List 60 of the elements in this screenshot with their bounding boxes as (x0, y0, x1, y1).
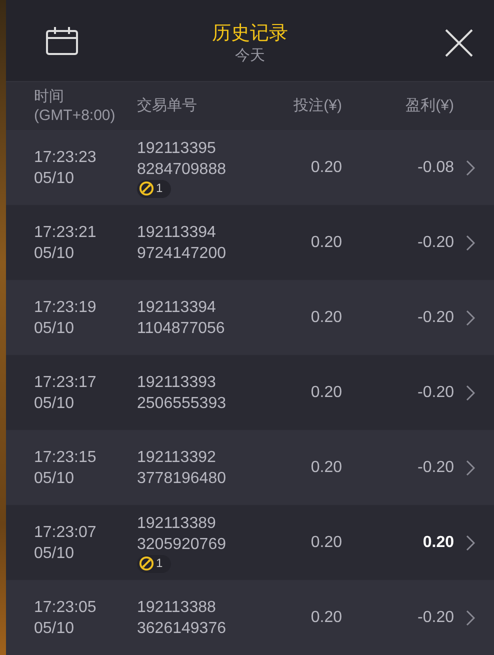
profit-amount: -0.20 (416, 308, 454, 326)
dialog-title: 历史记录 (212, 22, 288, 46)
coin-icon (139, 181, 154, 196)
calendar-icon[interactable] (46, 27, 78, 55)
bet-amount: 0.20 (310, 234, 342, 252)
profit-amount: -0.20 (416, 608, 454, 626)
free-spin-badge: 1 (137, 180, 171, 198)
time-text: 17:23:21 (34, 222, 98, 242)
bet-amount: 0.20 (310, 158, 342, 176)
order-number: 1104877056 (137, 318, 226, 338)
order-number: 192113389 (137, 514, 217, 534)
time-text: 17:23:05 (34, 598, 98, 618)
date-text: 05/10 (34, 468, 76, 488)
order-number: 3205920769 (137, 534, 227, 554)
order-number: 192113395 (137, 138, 217, 158)
date-text: 05/10 (34, 544, 76, 564)
time-text: 17:23:07 (34, 522, 98, 542)
order-number: 192113394 (137, 222, 217, 242)
free-spin-badge: 1 (137, 554, 171, 572)
date-text: 05/10 (34, 618, 76, 638)
order-number: 192113392 (137, 448, 217, 468)
order-number: 192113393 (137, 372, 217, 392)
date-text: 05/10 (34, 168, 76, 188)
order-number: 192113394 (137, 298, 217, 318)
column-header: 交易单号 (137, 96, 198, 116)
column-header: 盈利(¥) (404, 96, 454, 116)
time-text: 17:23:19 (34, 298, 98, 318)
time-text: 17:23:17 (34, 372, 98, 392)
bet-amount: 0.20 (310, 608, 342, 626)
bet-amount: 0.20 (310, 308, 342, 326)
column-header: 投注(¥) (292, 96, 342, 116)
bet-amount: 0.20 (310, 458, 342, 476)
chevron-icon[interactable] (466, 534, 475, 550)
date-filter-label: 今天 (235, 46, 265, 65)
order-number: 9724147200 (137, 244, 227, 264)
chevron-icon[interactable] (466, 234, 475, 250)
date-text: 05/10 (34, 394, 76, 414)
time-text: 17:23:23 (34, 148, 98, 168)
bet-amount: 0.20 (310, 384, 342, 402)
profit-amount: -0.20 (416, 384, 454, 402)
time-text: 17:23:15 (34, 448, 98, 468)
chevron-icon[interactable] (466, 160, 475, 176)
profit-amount: -0.08 (416, 158, 454, 176)
chevron-icon[interactable] (466, 384, 475, 400)
order-number: 8284709888 (137, 160, 227, 180)
order-number: 2506555393 (137, 394, 227, 414)
order-number: 3778196480 (137, 468, 227, 488)
date-text: 05/10 (34, 318, 76, 338)
profit-amount: -0.20 (416, 458, 454, 476)
column-header: 时间 (GMT+8:00) (34, 86, 116, 125)
chevron-icon[interactable] (466, 460, 475, 476)
date-text: 05/10 (34, 244, 76, 264)
order-number: 3626149376 (137, 618, 227, 638)
profit-amount: -0.20 (416, 234, 454, 252)
bet-amount: 0.20 (310, 534, 342, 552)
order-number: 192113388 (137, 598, 217, 618)
chevron-icon[interactable] (466, 610, 475, 626)
profit-amount: 0.20 (422, 534, 454, 552)
chevron-icon[interactable] (466, 310, 475, 326)
coin-icon (139, 556, 154, 571)
